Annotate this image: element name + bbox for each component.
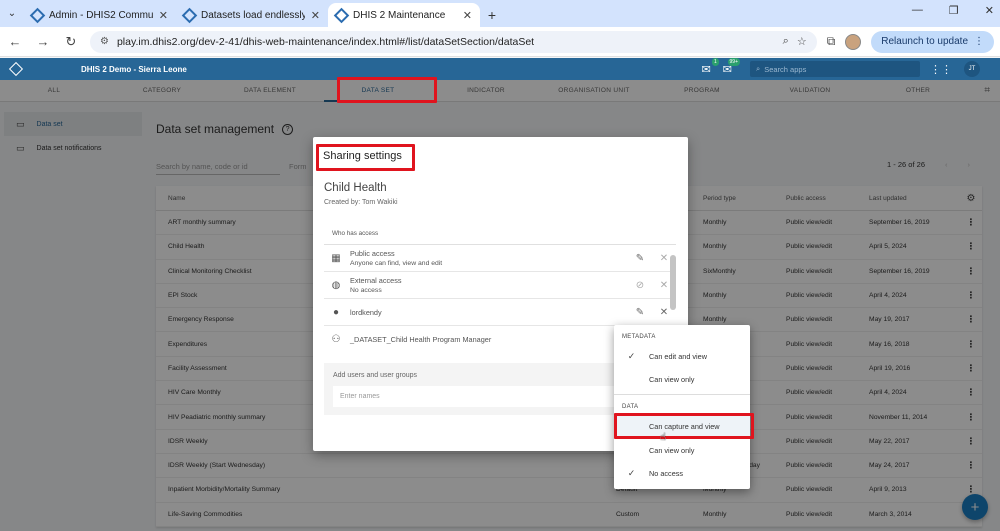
url-text[interactable]: play.im.dhis2.org/dev-2-41/dhis-web-main… [117,36,775,48]
dhis2-favicon-icon [29,7,46,23]
access-row-external: ◍ External access No access ⊘ ✕ [324,272,676,299]
metadata-section-header: METADATA [622,334,656,340]
add-users-label: Add users and user groups [333,372,418,379]
messages-icon[interactable]: ✉ 1 [702,57,719,76]
close-tab-icon[interactable]: ✕ [311,9,320,22]
menu-item-data-view-only[interactable]: Can view only [614,440,750,460]
app-search-placeholder: Search apps [764,64,807,74]
edit-pencil-icon[interactable]: ✎ [628,253,652,264]
menu-item-label: No access [649,468,684,478]
menu-item-label: Can view only [649,445,695,455]
hand-cursor-icon: ☝ [660,432,667,443]
highlight-capture-option [614,413,754,439]
zoom-icon[interactable]: ⌕ [783,35,789,48]
data-section-header: DATA [622,404,639,410]
access-row-public: ▦ Public access Anyone can find, view an… [324,245,676,272]
access-row-user: ● lordkendy ✎ ✕ [324,299,676,326]
access-name: External access [350,276,402,285]
messages-badge: 1 [712,57,719,66]
edit-pencil-icon[interactable]: ✎ [628,307,652,318]
menu-item-metadata-view-only[interactable]: Can view only [614,369,750,389]
tab-label: DHIS 2 Maintenance [353,9,446,21]
relaunch-label: Relaunch to update [881,36,968,47]
browser-tab-datasets[interactable]: Datasets load endlessly in Data ✕ [176,3,328,27]
building-icon: ▦ [331,252,341,264]
person-icon: ● [332,306,340,318]
site-info-icon[interactable]: ⚙ [100,36,109,47]
maximize-icon[interactable]: ❐ [949,4,959,17]
dhis2-logo-icon[interactable] [8,61,24,77]
group-icon: ⚇ [331,334,341,345]
access-desc: Anyone can find, view and edit [350,260,443,267]
profile-avatar[interactable] [845,33,862,50]
interpretations-icon[interactable]: ✉ 99+ [723,57,740,76]
user-avatar[interactable]: JT [964,61,980,77]
address-bar: ← → ↻ ⚙ play.im.dhis2.org/dev-2-41/dhis-… [0,27,1000,57]
tab-label: Admin - DHIS2 Community [49,9,153,21]
tab-search-chevron-icon[interactable]: ⌄ [0,0,24,27]
app-search-input[interactable]: ⌕ Search apps [750,61,920,77]
close-window-icon[interactable]: ✕ [985,4,994,17]
new-tab-button[interactable]: + [480,3,504,27]
browser-tab-admin[interactable]: Admin - DHIS2 Community ✕ [24,3,176,27]
dhis2-favicon-icon [181,7,198,23]
interpretations-badge: 99+ [727,57,740,66]
menu-divider [614,394,750,395]
instance-title: DHIS 2 Demo - Sierra Leone [81,64,187,74]
dhis2-favicon-icon [333,7,350,23]
close-tab-icon[interactable]: ✕ [159,9,168,22]
extensions-icon[interactable]: ⧉ [827,34,836,49]
apps-grid-icon[interactable]: ⋮⋮ [930,63,952,76]
window-controls: — ❐ ✕ [912,4,994,17]
menu-item-metadata-edit-view[interactable]: ✓ Can edit and view [614,346,750,366]
highlight-data-set-tab [337,77,437,103]
scrollbar[interactable] [670,255,676,310]
permission-menu: METADATA ✓ Can edit and view Can view on… [614,325,750,489]
forward-icon[interactable]: → [34,34,52,49]
access-desc: No access [350,287,382,294]
menu-item-label: Can edit and view [649,351,708,361]
menu-item-label: Can view only [649,374,695,384]
check-icon: ✓ [627,350,636,361]
entity-name: Child Health [324,182,387,194]
dhis2-header: DHIS 2 Demo - Sierra Leone ✉ 1 ✉ 99+ ⌕ Sea… [0,57,1000,80]
names-input[interactable]: Enter names [333,386,633,407]
bookmark-star-icon[interactable]: ☆ [797,35,807,48]
close-tab-icon[interactable]: ✕ [463,9,472,22]
created-by: Created by: Tom Wakiki [324,199,398,206]
who-has-access-label: Who has access [332,230,379,237]
highlight-sharing-title [316,144,415,171]
reload-icon[interactable]: ↻ [62,34,80,50]
menu-item-data-no-access[interactable]: ✓ No access [614,463,750,483]
browser-tab-strip: ⌄ Admin - DHIS2 Community ✕ Datasets loa… [0,0,1000,27]
back-icon[interactable]: ← [6,34,24,49]
check-icon: ✓ [627,467,636,478]
minimize-icon[interactable]: — [912,4,923,17]
search-icon: ⌕ [756,64,761,73]
block-icon[interactable]: ⊘ [628,280,652,291]
globe-icon: ◍ [331,279,341,291]
access-name: lordkendy [350,307,382,317]
access-name: Public access [350,249,395,258]
relaunch-button[interactable]: Relaunch to update ⋮ [871,30,994,53]
url-field[interactable]: ⚙ play.im.dhis2.org/dev-2-41/dhis-web-ma… [90,30,817,53]
more-vert-icon[interactable]: ⋮ [974,36,984,47]
browser-tab-maintenance[interactable]: DHIS 2 Maintenance ✕ [328,3,480,27]
tab-label: Datasets load endlessly in Data [201,9,305,21]
